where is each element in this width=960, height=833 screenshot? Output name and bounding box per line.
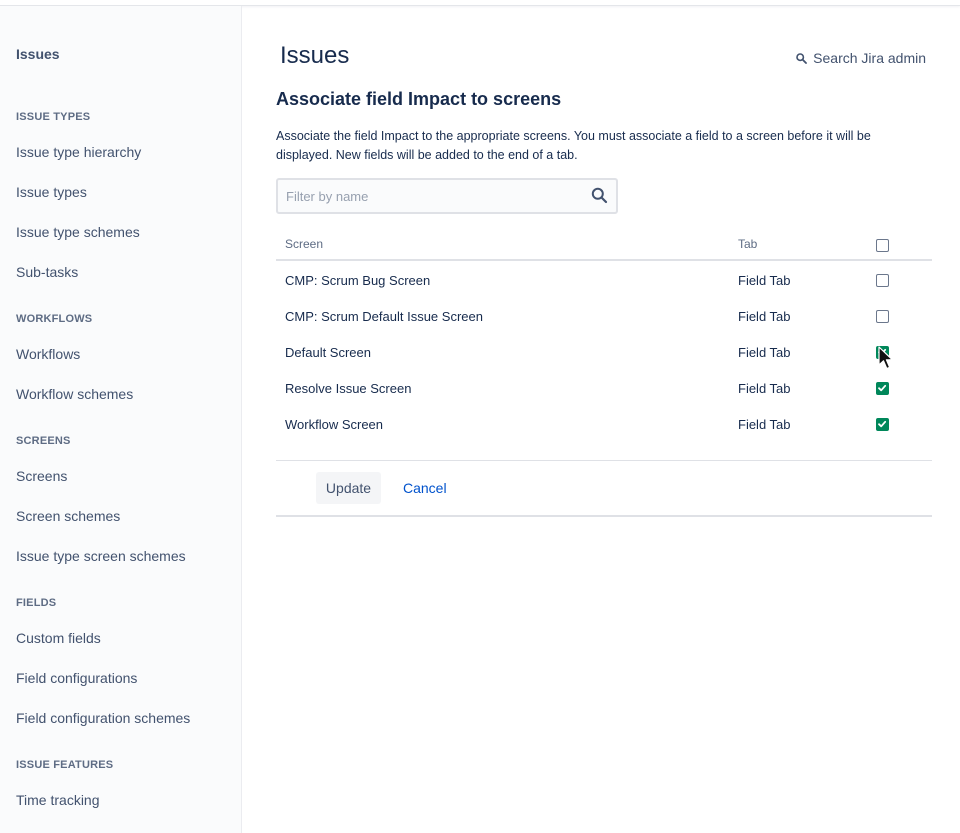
sidebar-item-workflow-schemes[interactable]: Workflow schemes (16, 386, 133, 402)
table-row: Default Screen Field Tab (276, 334, 932, 370)
tab-name: Field Tab (738, 417, 791, 432)
screen-checkbox[interactable] (876, 274, 889, 287)
column-header-tab: Tab (738, 237, 758, 251)
sidebar-item-issue-type-hierarchy[interactable]: Issue type hierarchy (16, 144, 141, 160)
page-title: Issues (280, 42, 350, 69)
search-jira-admin-link[interactable]: Search Jira admin (796, 50, 926, 66)
tab-name: Field Tab (738, 273, 791, 288)
screen-checkbox[interactable] (876, 346, 889, 359)
tab-name: Field Tab (738, 309, 791, 324)
form-actions: Update Cancel (276, 460, 932, 517)
sidebar-item-custom-fields[interactable]: Custom fields (16, 630, 101, 646)
section-title: Associate field Impact to screens (276, 89, 562, 109)
sidebar-item-issue-type-schemes[interactable]: Issue type schemes (16, 224, 140, 240)
checkmark-icon (878, 420, 887, 428)
column-header-screen: Screen (285, 237, 324, 251)
screen-name: Default Screen (285, 345, 371, 360)
filter-box (276, 178, 618, 214)
sidebar-item-time-tracking[interactable]: Time tracking (16, 792, 100, 808)
main-content: Issues Search Jira admin Associate field… (242, 6, 960, 833)
screen-checkbox[interactable] (876, 310, 889, 323)
search-icon[interactable] (591, 187, 608, 204)
screen-name: CMP: Scrum Bug Screen (285, 273, 431, 288)
sidebar-section-issue-types: ISSUE TYPES (16, 111, 91, 123)
screen-name: Resolve Issue Screen (285, 381, 412, 396)
screen-checkbox[interactable] (876, 382, 889, 395)
checkmark-icon (878, 348, 887, 356)
screen-name: CMP: Scrum Default Issue Screen (285, 309, 483, 324)
tab-name: Field Tab (738, 345, 791, 360)
table-row: CMP: Scrum Default Issue Screen Field Tab (276, 298, 932, 334)
sidebar-item-issue-types[interactable]: Issue types (16, 184, 87, 200)
sidebar-item-field-configurations[interactable]: Field configurations (16, 670, 137, 686)
tab-name: Field Tab (738, 381, 791, 396)
sidebar-item-sub-tasks[interactable]: Sub-tasks (16, 264, 78, 280)
sidebar-section-screens: SCREENS (16, 435, 71, 447)
sidebar-item-field-configuration-schemes[interactable]: Field configuration schemes (16, 710, 190, 726)
sidebar-item-screens[interactable]: Screens (16, 468, 67, 484)
admin-sidebar: Issues ISSUE TYPES Issue type hierarchy … (0, 6, 242, 833)
table-row: Resolve Issue Screen Field Tab (276, 370, 932, 406)
sidebar-item-workflows[interactable]: Workflows (16, 346, 80, 362)
sidebar-section-issue-features: ISSUE FEATURES (16, 759, 114, 771)
search-icon (796, 52, 808, 64)
sidebar-section-workflows: WORKFLOWS (16, 313, 93, 325)
update-button[interactable]: Update (316, 472, 381, 504)
table-header: Screen Tab (276, 234, 932, 261)
description-text: Associate the field Impact to the approp… (276, 129, 871, 162)
table-body: CMP: Scrum Bug Screen Field Tab CMP: Scrum… (276, 261, 932, 442)
screen-name: Workflow Screen (285, 417, 384, 432)
sidebar-section-fields: FIELDS (16, 597, 57, 609)
sidebar-item-issue-type-screen-schemes[interactable]: Issue type screen schemes (16, 548, 186, 564)
select-all-checkbox[interactable] (876, 239, 889, 252)
checkmark-icon (878, 384, 887, 392)
table-row: CMP: Scrum Bug Screen Field Tab (276, 262, 932, 298)
sidebar-title: Issues (16, 46, 60, 62)
cancel-link[interactable]: Cancel (403, 480, 447, 496)
table-row: Workflow Screen Field Tab (276, 406, 932, 442)
search-jira-admin-label: Search Jira admin (813, 50, 926, 66)
screens-table: Screen Tab CMP: Scrum Bug Screen Field Ta… (276, 234, 932, 442)
screen-checkbox[interactable] (876, 418, 889, 431)
filter-input[interactable] (278, 181, 568, 211)
sidebar-item-screen-schemes[interactable]: Screen schemes (16, 508, 120, 524)
